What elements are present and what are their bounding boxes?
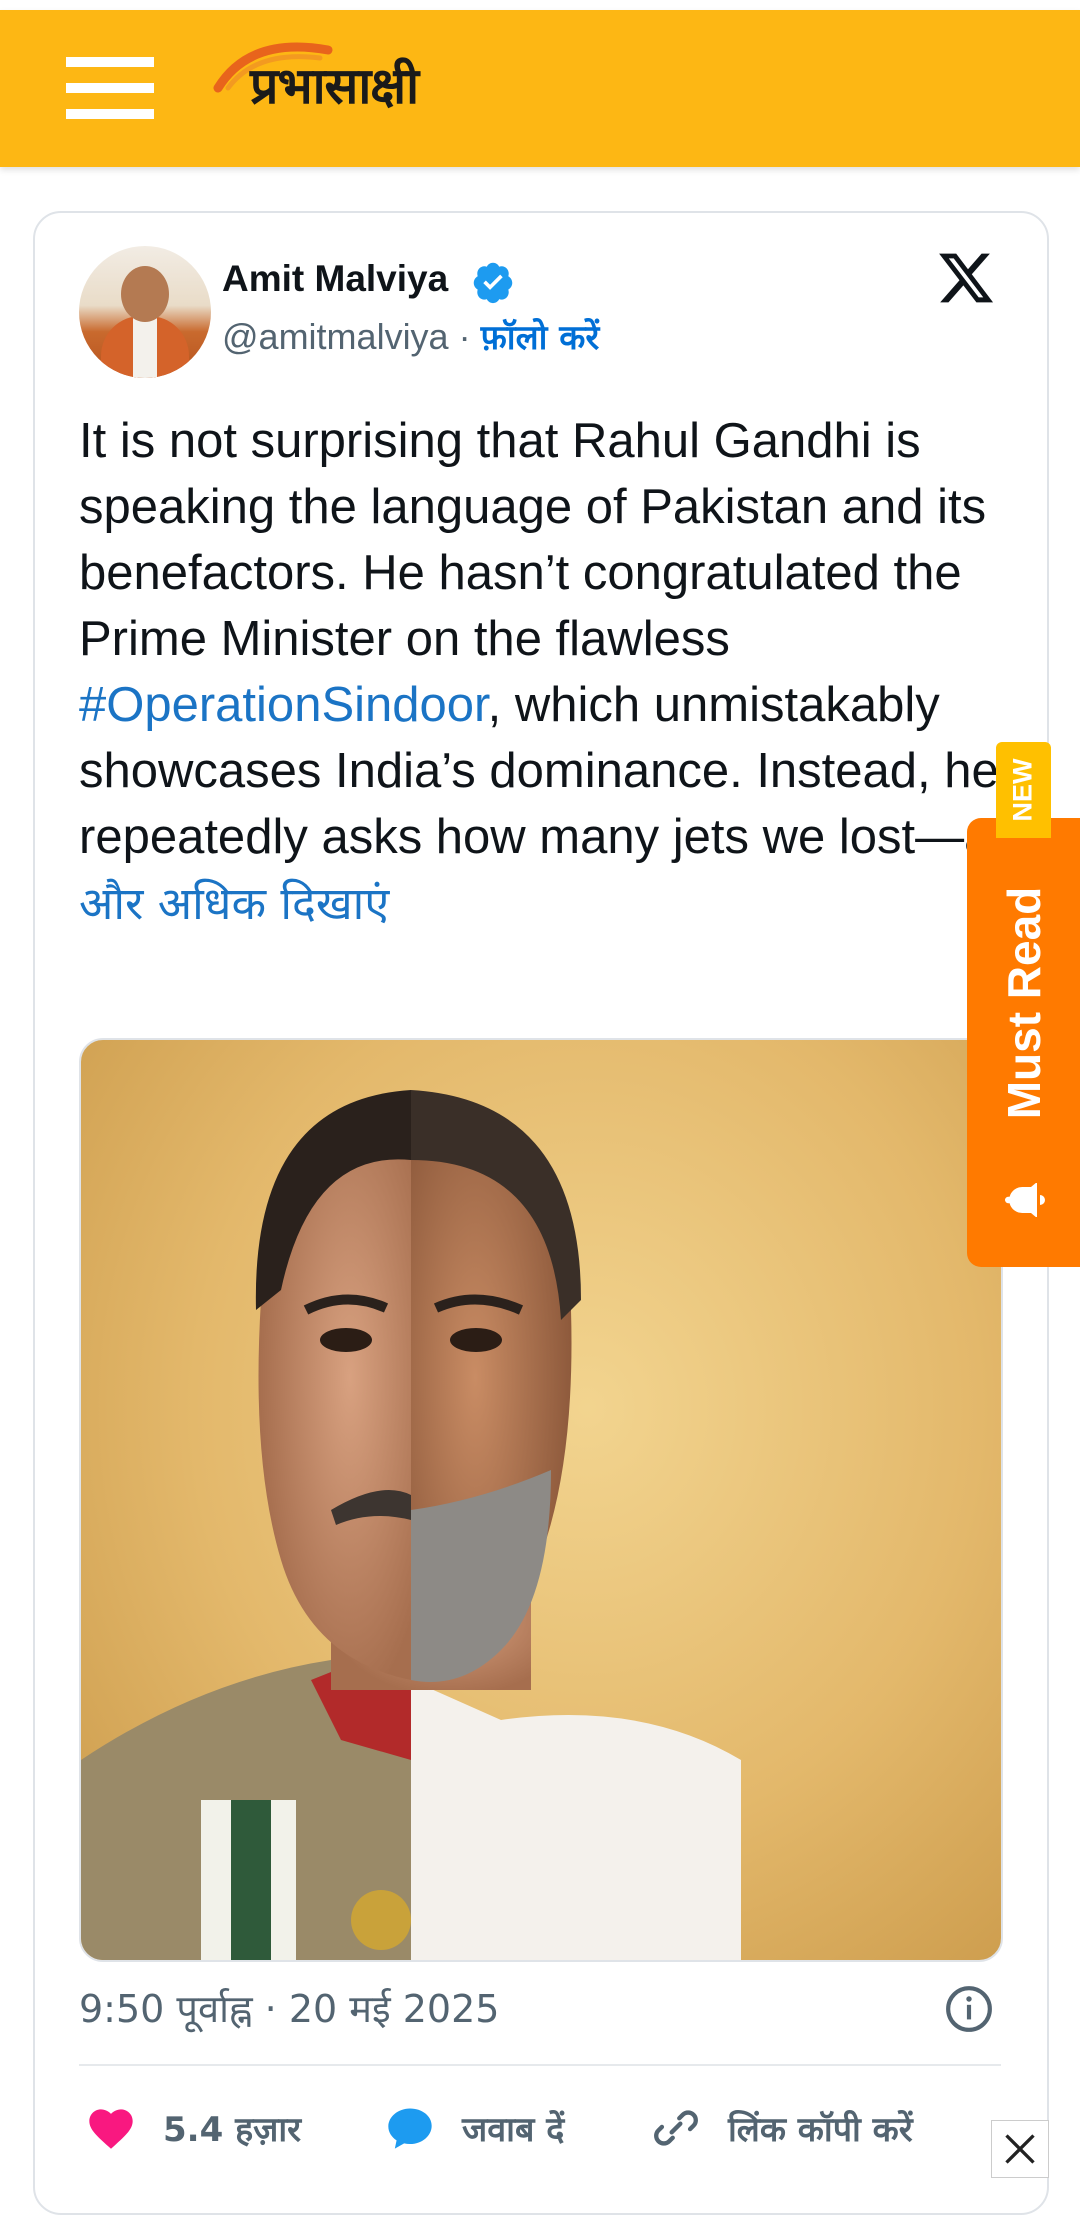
- site-header: प्रभासाक्षी: [0, 10, 1080, 167]
- x-logo-icon[interactable]: [934, 248, 998, 308]
- bell-icon: [1005, 1183, 1045, 1217]
- tweet-text: It is not surprising that Rahul Gandhi i…: [79, 408, 1009, 937]
- copy-link-button[interactable]: लिंक कॉपी करें: [650, 2098, 913, 2158]
- author-avatar[interactable]: [79, 246, 211, 378]
- new-badge: NEW: [996, 742, 1051, 838]
- tweet-text-part-1: It is not surprising that Rahul Gandhi i…: [79, 414, 987, 666]
- must-read-tab[interactable]: Must Read: [967, 818, 1080, 1267]
- site-logo[interactable]: प्रभासाक्षी: [210, 28, 480, 138]
- show-more-link[interactable]: और अधिक दिखाएं: [79, 877, 389, 930]
- like-count: 5.4 हज़ार: [163, 2110, 302, 2150]
- info-icon[interactable]: [944, 1984, 994, 2034]
- author-name[interactable]: Amit Malviya: [222, 258, 448, 300]
- reply-label: जवाब दें: [462, 2110, 565, 2150]
- close-ad-button[interactable]: [991, 2120, 1049, 2178]
- must-read-label: Must Read: [998, 886, 1050, 1120]
- menu-icon[interactable]: [66, 45, 154, 129]
- author-handle-line: @amitmalviya · फ़ॉलो करें: [222, 313, 599, 359]
- close-icon: [1005, 2134, 1035, 2164]
- like-button[interactable]: 5.4 हज़ार: [85, 2098, 301, 2158]
- copy-link-label: लिंक कॉपी करें: [728, 2110, 913, 2150]
- handle-separator: ·: [448, 316, 481, 357]
- reply-bubble-icon: [388, 2108, 432, 2149]
- tweet-divider: [79, 2064, 1001, 2066]
- new-badge-label: NEW: [1007, 758, 1038, 822]
- status-strip: [0, 0, 1080, 10]
- hashtag-link[interactable]: #OperationSindoor: [79, 678, 488, 732]
- tweet-media-image[interactable]: [79, 1038, 1003, 1962]
- portrait-illustration: [81, 1090, 741, 1960]
- author-handle[interactable]: @amitmalviya: [222, 316, 449, 357]
- verified-badge-icon: [473, 262, 513, 304]
- follow-button[interactable]: फ़ॉलो करें: [481, 318, 600, 358]
- reply-button[interactable]: जवाब दें: [384, 2098, 564, 2158]
- link-icon: [654, 2110, 698, 2146]
- heart-icon: [89, 2109, 133, 2149]
- logo-text: प्रभासाक्षी: [250, 57, 419, 115]
- tweet-timestamp[interactable]: 9:50 पूर्वाह्न · 20 मई 2025: [79, 1982, 499, 2034]
